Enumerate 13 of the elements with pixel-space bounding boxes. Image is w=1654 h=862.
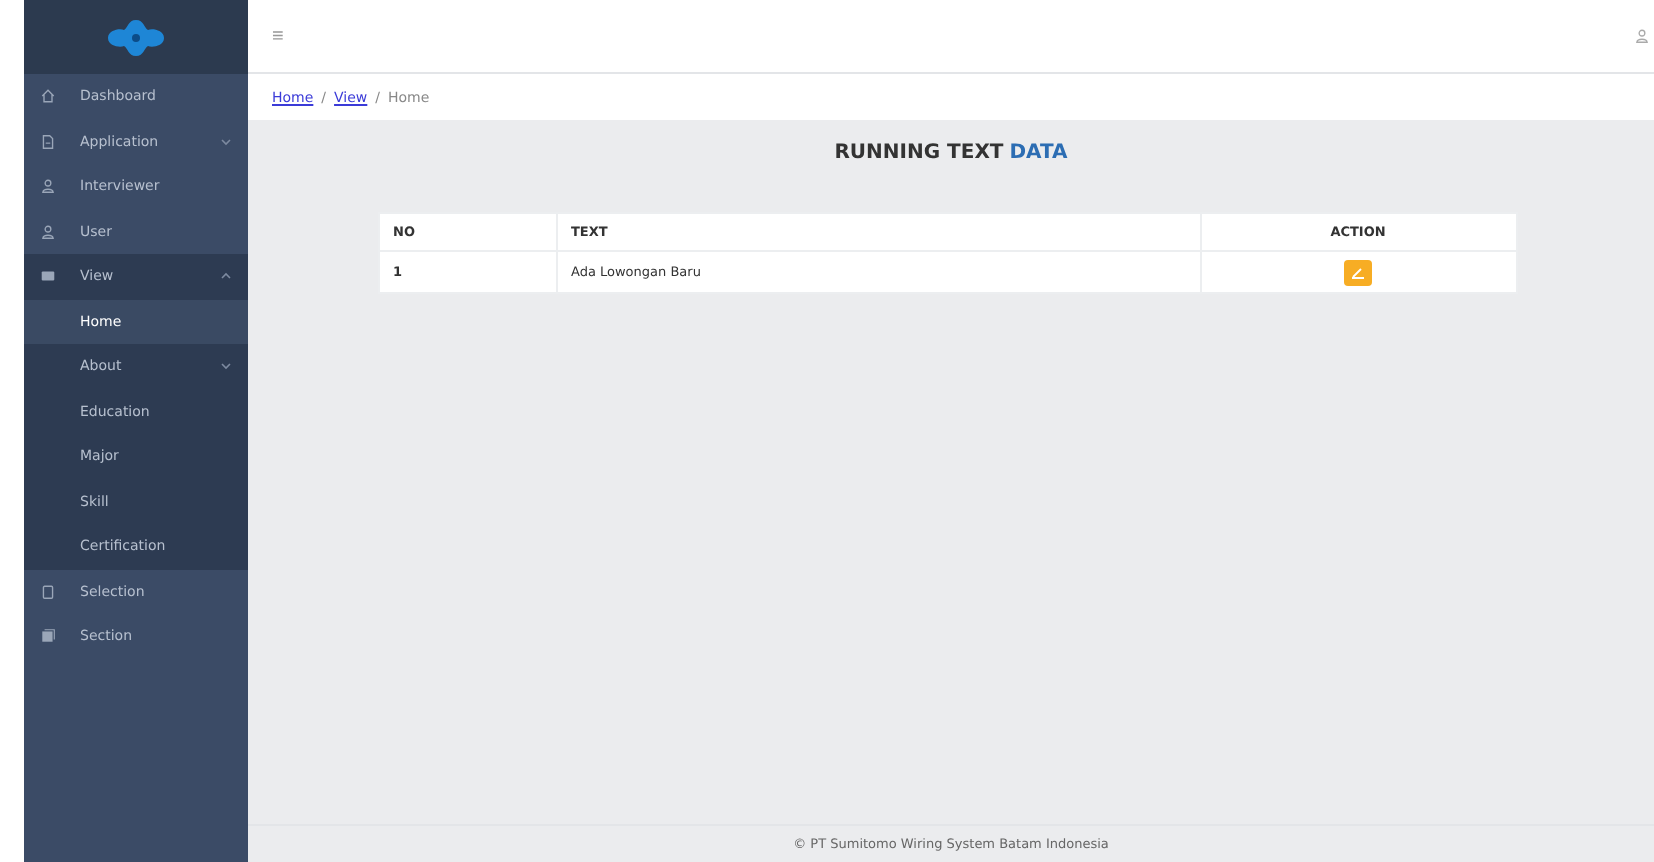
stack-icon: [40, 628, 56, 645]
person-icon[interactable]: [1634, 28, 1650, 44]
window-icon: [40, 268, 56, 285]
document-icon: [40, 133, 56, 150]
page-title: RUNNING TEXT: [834, 142, 1004, 164]
home-icon: [40, 88, 56, 105]
clipboard-icon: [40, 583, 56, 600]
person-icon: [40, 223, 56, 240]
edit-button[interactable]: [1344, 259, 1372, 285]
person-icon: [40, 178, 56, 195]
pencil-icon: [1350, 264, 1366, 280]
page-title-accent: DATA: [1009, 142, 1068, 164]
logo-icon: [106, 17, 166, 57]
